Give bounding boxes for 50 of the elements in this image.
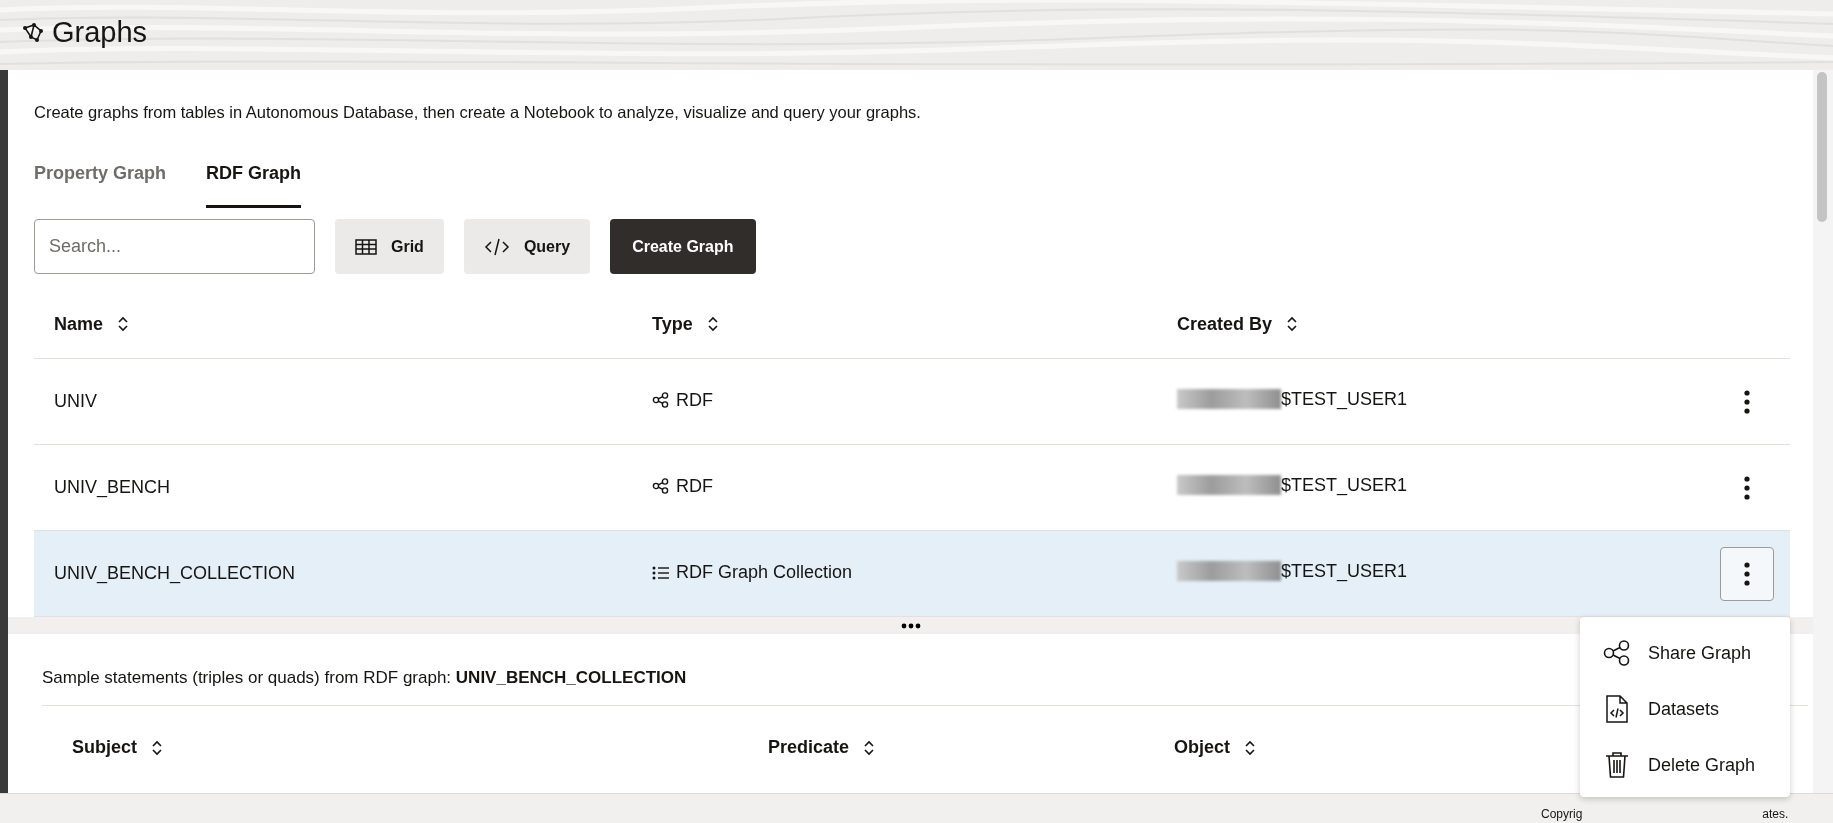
grid-button[interactable]: Grid — [335, 219, 444, 274]
sort-icon[interactable] — [117, 316, 130, 332]
scrollbar[interactable] — [1813, 70, 1833, 793]
sort-icon[interactable] — [151, 739, 163, 756]
copyright-text: ates. — [1762, 807, 1789, 821]
trash-icon — [1605, 751, 1629, 779]
create-button[interactable]: Create Graph — [610, 219, 756, 274]
menu-item[interactable]: Delete Graph — [1580, 737, 1790, 793]
nodes-icon — [1603, 640, 1631, 666]
sort-icon[interactable] — [1244, 739, 1256, 756]
caption-text: Sample statements (triples or quads) from RDF graph: UNIV_BENCH_COLLECTION — [42, 668, 687, 687]
nodes-icon — [652, 478, 670, 495]
more-icon[interactable] — [900, 622, 921, 629]
column-header[interactable]: Subject — [72, 737, 137, 758]
table-cell: RDF — [676, 475, 713, 497]
list-icon — [652, 565, 670, 580]
table-cell: $TEST_USER1 — [1281, 560, 1408, 582]
sort-icon[interactable] — [863, 739, 876, 756]
copyright-text: Copyrig — [1541, 807, 1583, 821]
nodes-icon — [652, 392, 670, 409]
graph-icon — [22, 21, 44, 44]
column-header[interactable]: Created By — [1177, 313, 1273, 335]
more-icon — [1744, 475, 1750, 500]
code-file-icon — [1605, 695, 1629, 723]
more-icon — [1744, 389, 1750, 414]
more-icon — [1744, 561, 1750, 586]
more-button[interactable] — [1720, 546, 1774, 601]
table-cell: $TEST_USER1 — [1281, 474, 1408, 496]
column-header[interactable]: Type — [652, 313, 693, 335]
tab[interactable]: Property Graph — [34, 156, 167, 208]
table-cell: UNIV_BENCH — [54, 477, 171, 497]
menu-item[interactable]: Share Graph — [1580, 625, 1790, 681]
column-header[interactable]: Name — [54, 313, 104, 335]
tab[interactable]: RDF Graph — [206, 156, 302, 208]
table-cell: RDF — [676, 389, 713, 411]
query-button[interactable]: Query — [463, 219, 591, 274]
description-text: Create graphs from tables in Autonomous Database, then create a Notebook to analyze, visualize and query your graphs. — [34, 103, 922, 122]
table-cell: RDF Graph Collection — [676, 562, 853, 584]
table-icon — [355, 238, 377, 255]
sort-icon[interactable] — [706, 316, 719, 332]
code-icon — [483, 237, 510, 256]
search-field[interactable]: Search... — [34, 219, 315, 274]
table-cell: UNIV — [54, 391, 97, 411]
column-header[interactable]: Predicate — [768, 737, 850, 758]
sort-icon[interactable] — [1286, 316, 1299, 332]
column-header[interactable]: Object — [1174, 737, 1230, 758]
table-cell: $TEST_USER1 — [1281, 388, 1408, 410]
menu-item[interactable]: Datasets — [1580, 681, 1790, 737]
page-title: Graphs — [52, 16, 148, 49]
table-cell: UNIV_BENCH_COLLECTION — [54, 563, 296, 583]
